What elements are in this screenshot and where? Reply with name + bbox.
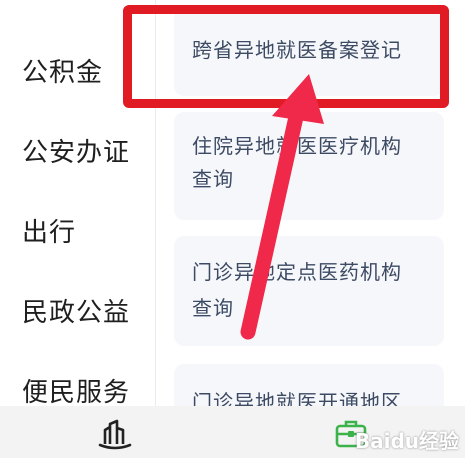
- annotation-arrow: [240, 74, 324, 340]
- watermark: Baidu经验: [354, 429, 459, 453]
